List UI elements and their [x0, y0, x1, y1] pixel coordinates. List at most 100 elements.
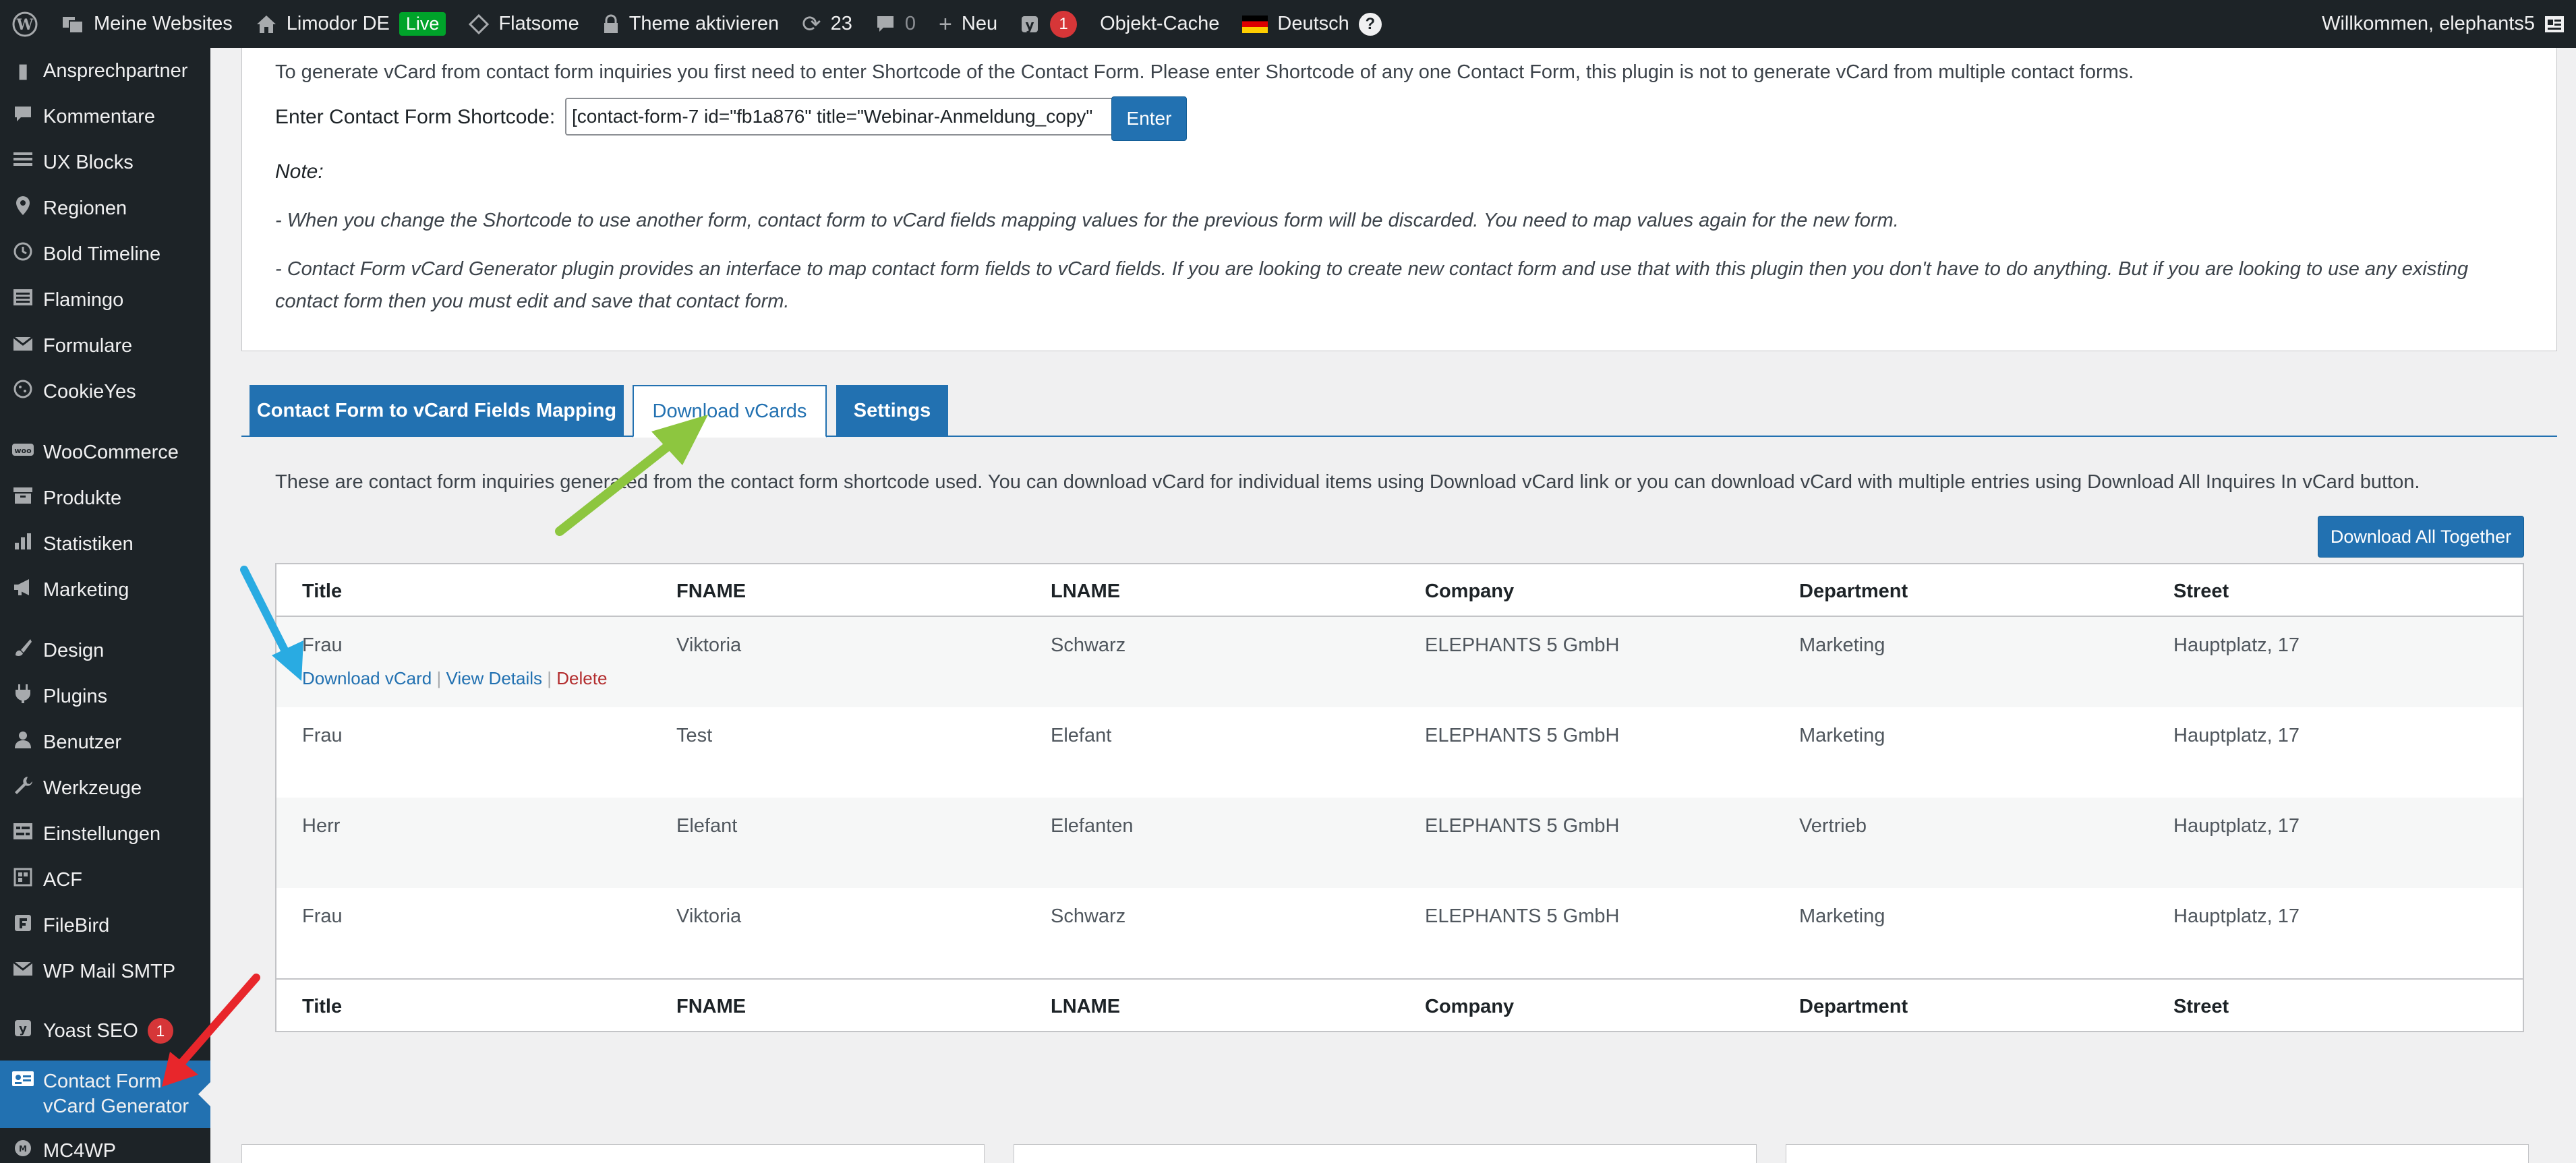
table-cell: Frau [302, 905, 343, 927]
sidebar-item-yoast-seo[interactable]: y Yoast SEO 1 [0, 1008, 210, 1054]
sidebar-item-label: WooCommerce [43, 441, 179, 463]
contacts-icon: ▮ [17, 59, 29, 82]
table-row: Frau Viktoria Schwarz ELEPHANTS 5 GmbH M… [276, 888, 2523, 978]
sidebar-item-label: WP Mail SMTP [43, 960, 176, 982]
sidebar-item-design[interactable]: Design [0, 628, 210, 674]
sidebar-item-kommentare[interactable]: Kommentare [0, 94, 210, 140]
table-cell: Viktoria [676, 905, 742, 927]
comments-icon [0, 105, 43, 129]
comments-menu[interactable]: 0 [864, 0, 927, 48]
updates-menu[interactable]: ⟳ 23 [790, 0, 864, 48]
mail-smtp-icon [0, 960, 43, 983]
sidebar-item-einstellungen[interactable]: Einstellungen [0, 811, 210, 857]
flatsome-icon [469, 13, 490, 34]
tab-fields-mapping[interactable]: Contact Form to vCard Fields Mapping [250, 385, 624, 436]
comment-bubble-icon [875, 14, 896, 34]
avatar [2544, 14, 2565, 34]
table-footer-row: Title FNAME LNAME Company Department Str… [276, 978, 2523, 1031]
table-cell: Viktoria [676, 634, 742, 656]
wordpress-logo-menu[interactable]: W [0, 0, 50, 48]
delete-link[interactable]: Delete [556, 668, 607, 688]
view-details-link[interactable]: View Details [446, 668, 542, 688]
my-sites-label: Meine Websites [94, 13, 233, 34]
sidebar-item-label: Benutzer [43, 731, 122, 753]
sidebar-item-formulare[interactable]: Formulare [0, 323, 210, 369]
my-sites-menu[interactable]: Meine Websites [50, 0, 244, 48]
bottom-panel [1014, 1144, 1757, 1163]
svg-text:y: y [1026, 17, 1034, 33]
sidebar-item-label: UX Blocks [43, 151, 134, 173]
sidebar-item-label: Regionen [43, 197, 127, 219]
sidebar-item-marketing[interactable]: Marketing [0, 567, 210, 613]
table-cell: Elefanten [1051, 815, 1134, 837]
note-heading: Note: [275, 160, 324, 183]
new-content-menu[interactable]: + Neu [927, 0, 1009, 48]
sidebar-item-label: Kommentare [43, 105, 156, 127]
download-vcard-link[interactable]: Download vCard [302, 668, 432, 688]
yoast-icon: y [1020, 14, 1041, 34]
activate-theme-menu[interactable]: Theme aktivieren [591, 0, 790, 48]
sidebar-item-statistiken[interactable]: Statistiken [0, 521, 210, 567]
yoast-menu[interactable]: y 1 [1009, 0, 1088, 48]
site-name-menu[interactable]: Limodor DE Live [244, 0, 458, 48]
table-cell: Schwarz [1051, 634, 1126, 656]
sidebar-item-woocommerce[interactable]: woo WooCommerce [0, 429, 210, 475]
sidebar-item-flamingo[interactable]: Flamingo [0, 277, 210, 323]
sidebar-item-ux-blocks[interactable]: UX Blocks [0, 140, 210, 185]
sidebar-item-label: Flamingo [43, 289, 124, 311]
column-footer: Street [2173, 996, 2229, 1017]
sidebar-item-ansprechpartner[interactable]: ▮ Ansprechpartner [0, 48, 210, 94]
sidebar-item-cookieyes[interactable]: CookieYes [0, 369, 210, 415]
column-footer: Company [1425, 996, 1515, 1017]
column-header[interactable]: Street [2173, 580, 2229, 603]
wordpress-logo-icon: W [11, 11, 38, 38]
tab-settings[interactable]: Settings [836, 385, 948, 436]
plus-icon: + [939, 11, 952, 37]
flatsome-menu[interactable]: Flatsome [457, 0, 590, 48]
object-cache-menu[interactable]: Objekt-Cache [1088, 0, 1231, 48]
tab-download-vcards[interactable]: Download vCards [633, 385, 827, 438]
shortcode-instructions: To generate vCard from contact form inqu… [275, 61, 2134, 83]
table-cell: ELEPHANTS 5 GmbH [1425, 634, 1620, 656]
brush-icon [0, 638, 43, 663]
admin-sidebar-menu: ▮ Ansprechpartner Kommentare UX Blocks R… [0, 48, 210, 1163]
sidebar-item-bold-timeline[interactable]: Bold Timeline [0, 231, 210, 277]
table-cell: Test [676, 725, 713, 746]
sidebar-item-acf[interactable]: ACF [0, 857, 210, 903]
column-header[interactable]: Company [1425, 580, 1514, 603]
yoast-notification-badge: 1 [1050, 10, 1078, 38]
svg-text:M: M [19, 1144, 27, 1154]
table-cell: Marketing [1799, 905, 1885, 927]
sidebar-item-label: Plugins [43, 685, 108, 707]
sidebar-item-mc4wp[interactable]: M MC4WP [0, 1128, 210, 1163]
sidebar-item-werkzeuge[interactable]: Werkzeuge [0, 765, 210, 811]
column-header[interactable]: LNAME [1051, 580, 1120, 603]
shortcode-input[interactable] [565, 98, 1115, 136]
sidebar-item-plugins[interactable]: Plugins [0, 674, 210, 719]
sidebar-item-filebird[interactable]: FileBird [0, 903, 210, 949]
sidebar-item-produkte[interactable]: Produkte [0, 475, 210, 521]
table-row: Frau Test Elefant ELEPHANTS 5 GmbH Marke… [276, 707, 2523, 798]
table-row: Frau Viktoria Schwarz ELEPHANTS 5 GmbH M… [276, 617, 2523, 707]
language-menu[interactable]: Deutsch ? [1231, 0, 1393, 48]
sidebar-item-benutzer[interactable]: Benutzer [0, 719, 210, 765]
table-cell: Hauptplatz, 17 [2173, 725, 2300, 746]
column-header[interactable]: FNAME [676, 580, 746, 603]
sidebar-item-label: FileBird [43, 914, 110, 936]
sidebar-item-label: Contact Form vCard Generator [43, 1071, 189, 1117]
archive-icon [0, 486, 43, 510]
mail-icon [0, 334, 43, 357]
sidebar-item-vcard-generator[interactable]: Contact Form vCard Generator [0, 1061, 210, 1128]
sidebar-item-wp-mail-smtp[interactable]: WP Mail SMTP [0, 949, 210, 994]
sidebar-item-regionen[interactable]: Regionen [0, 185, 210, 231]
column-header[interactable]: Department [1799, 580, 1908, 603]
lock-icon [602, 14, 620, 34]
enter-button[interactable]: Enter [1111, 96, 1187, 141]
sidebar-item-label: ACF [43, 868, 82, 891]
my-account-menu[interactable]: Willkommen, elephants5 [2310, 0, 2576, 48]
column-header[interactable]: Title [302, 580, 342, 603]
table-cell: Hauptplatz, 17 [2173, 634, 2300, 656]
table-cell: Frau [302, 725, 343, 746]
download-all-button[interactable]: Download All Together [2318, 516, 2524, 558]
table-cell: Hauptplatz, 17 [2173, 905, 2300, 927]
